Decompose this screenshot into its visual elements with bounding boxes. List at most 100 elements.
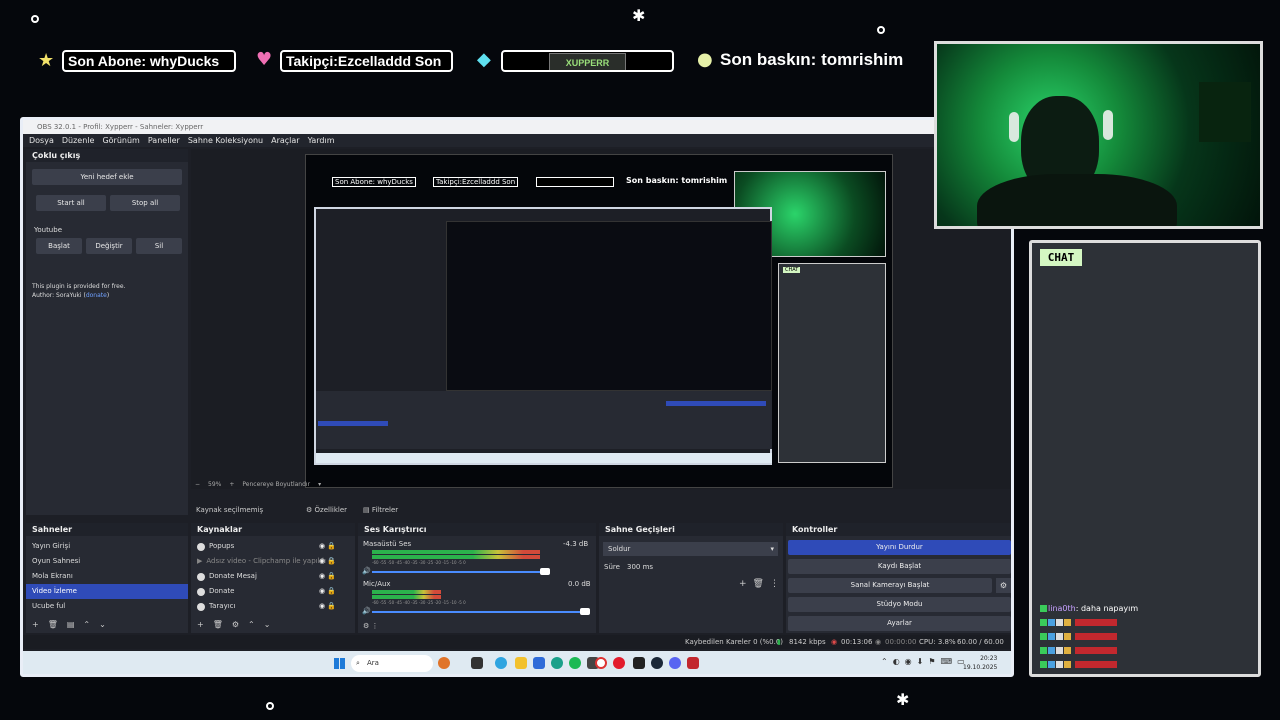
scene-filters-button[interactable]: ▤ — [67, 620, 75, 629]
fit-window-button[interactable]: Pencereye Boyutlandır — [242, 481, 310, 488]
chat-message-redacted — [1040, 618, 1117, 627]
mixer-settings-button[interactable]: ⚙ ⋮ — [363, 622, 379, 630]
dropped-frames: Kaybedilen Kareler 0 (%0.0) — [685, 638, 784, 646]
multistream-title: Çoklu çıkış — [26, 149, 188, 162]
tray-icons: ⌃◐◉⬇⚑⌨▭ — [881, 657, 970, 666]
source-settings-button[interactable]: ⚙ — [232, 620, 239, 629]
virtual-camera-button[interactable]: Sanal Kamerayı Başlat — [788, 578, 992, 593]
filters-button[interactable]: ▤ Filtreler — [363, 503, 398, 518]
steam-icon[interactable] — [651, 657, 663, 669]
mixer-ch2-slider[interactable] — [372, 611, 588, 613]
duration-input[interactable]: 300 ms — [623, 560, 773, 574]
signal-icon: ▮ — [777, 638, 781, 646]
mixer-ch1-slider[interactable] — [372, 571, 544, 573]
settings-button[interactable]: Ayarlar — [788, 616, 1011, 631]
preview-banner-raid: Son baskın: tomrishim — [626, 176, 728, 185]
scene-item[interactable]: Oyun Sahnesi — [26, 554, 188, 569]
windows-start-icon[interactable] — [334, 658, 345, 669]
scene-item[interactable]: Yayın Girişi — [26, 539, 188, 554]
move-down-button[interactable]: ⌄ — [264, 620, 271, 629]
transition-select[interactable]: Soldur ▾ — [603, 542, 778, 556]
rec-icon: ◉ — [875, 638, 882, 646]
cpu-usage: CPU: 3.8% — [919, 638, 956, 646]
start-all-button[interactable]: Start all — [36, 195, 106, 211]
menu-scene-collection[interactable]: Sahne Koleksiyonu — [188, 134, 263, 147]
add-scene-button[interactable]: + — [32, 620, 39, 629]
browser-source-icon — [197, 572, 205, 581]
opera-gx-icon[interactable] — [595, 657, 607, 669]
move-up-button[interactable]: ⌃ — [248, 620, 255, 629]
gear-icon[interactable]: ⚙ — [996, 578, 1011, 593]
yt-delete-button[interactable]: Sil — [136, 238, 182, 254]
mixer-scale: -60 -55 -50 -45 -40 -35 -30 -25 -20 -15 … — [372, 560, 466, 565]
controls-title: Kontroller — [786, 523, 1011, 536]
chat-overlay: CHAT lina0th: daha napayım — [1029, 240, 1261, 677]
volume-icon[interactable]: 🔊 — [362, 607, 371, 615]
remove-transition-button[interactable]: 🗑 — [753, 579, 764, 589]
edge-icon[interactable] — [495, 657, 507, 669]
stream-preview: Son Abone: whyDucks Takipçi:Ezcelladdd S… — [305, 154, 893, 488]
properties-button[interactable]: ⚙ Özellikler — [306, 503, 347, 518]
menu-view[interactable]: Görünüm — [102, 134, 139, 147]
preview-canvas: Son Abone: whyDucks Takipçi:Ezcelladdd S… — [191, 149, 1011, 489]
mixer-ch2-handle[interactable] — [580, 608, 590, 615]
obs-window: OBS 32.0.1 - Profil: Xypperr - Sahneler:… — [20, 117, 1014, 677]
studio-mode-button[interactable]: Stüdyo Modu — [788, 597, 1011, 612]
remove-scene-button[interactable]: 🗑 — [48, 620, 58, 629]
eye-icon[interactable]: ◉ 🔒 — [319, 554, 336, 569]
move-up-button[interactable]: ⌃ — [83, 620, 90, 629]
chevron-down-icon[interactable]: ▾ — [318, 481, 321, 488]
eye-icon[interactable]: ◉ 🔒 — [319, 599, 336, 614]
taskbar-search[interactable]: ⌕ Ara — [351, 655, 433, 672]
add-source-button[interactable]: + — [197, 620, 204, 629]
stop-all-button[interactable]: Stop all — [110, 195, 180, 211]
menu-help[interactable]: Yardım — [308, 134, 335, 147]
eye-icon[interactable]: ◉ 🔒 — [319, 584, 336, 599]
sources-title: Kaynaklar — [191, 523, 355, 536]
move-down-button[interactable]: ⌄ — [99, 620, 106, 629]
volume-icon[interactable]: 🔊 — [362, 567, 371, 575]
obs-icon[interactable] — [633, 657, 645, 669]
browser-source-icon — [197, 542, 205, 551]
clock[interactable]: 20:23 19.10.2025 — [963, 654, 997, 672]
mixer-ch1-handle[interactable] — [540, 568, 550, 575]
new-target-button[interactable]: Yeni hedef ekle — [32, 169, 182, 185]
scene-item[interactable]: Mola Ekranı — [26, 569, 188, 584]
discord-icon[interactable] — [669, 657, 681, 669]
menu-docks[interactable]: Paneller — [148, 134, 180, 147]
zoom-in-button[interactable]: + — [229, 481, 234, 488]
transitions-title: Sahne Geçişleri — [599, 523, 783, 536]
explorer-icon[interactable] — [515, 657, 527, 669]
preview-chat: CHAT — [778, 263, 886, 463]
menu-tools[interactable]: Araçlar — [271, 134, 299, 147]
chat-text: : daha napayım — [1075, 604, 1139, 613]
remove-source-button[interactable]: 🗑 — [213, 620, 223, 629]
scenes-toolbar: + 🗑 ▤ ⌃ ⌄ — [32, 620, 106, 629]
app-icon[interactable] — [687, 657, 699, 669]
store-icon[interactable] — [533, 657, 545, 669]
source-visibility-icons: ◉ 🔒 ◉ 🔒 ◉ 🔒 ◉ 🔒 ◉ 🔒 — [319, 539, 336, 614]
chat-message-redacted — [1040, 632, 1117, 641]
yt-change-button[interactable]: Değiştir — [86, 238, 132, 254]
start-record-button[interactable]: Kaydı Başlat — [788, 559, 1011, 574]
edge-alt-icon[interactable] — [551, 657, 563, 669]
donate-link[interactable]: donate — [86, 292, 107, 299]
stop-stream-button[interactable]: Yayını Durdur — [788, 540, 1011, 555]
menu-file[interactable]: Dosya — [29, 134, 54, 147]
zoom-out-button[interactable]: − — [195, 481, 200, 488]
eye-icon[interactable]: ◉ 🔒 — [319, 539, 336, 554]
taskview-icon[interactable] — [471, 657, 483, 669]
more-icon[interactable]: ⋮ — [770, 579, 779, 589]
youtube-label: Youtube — [34, 226, 62, 234]
scene-item[interactable]: Ucube ful — [26, 599, 188, 614]
yt-start-button[interactable]: Başlat — [36, 238, 82, 254]
add-transition-button[interactable]: + — [739, 579, 747, 589]
opera-icon[interactable] — [613, 657, 625, 669]
fruit-widget-icon[interactable] — [438, 657, 450, 669]
diamond-icon: ◆ — [477, 49, 491, 70]
eye-icon[interactable]: ◉ 🔒 — [319, 569, 336, 584]
menu-edit[interactable]: Düzenle — [62, 134, 95, 147]
spotify-icon[interactable] — [569, 657, 581, 669]
scene-item-selected[interactable]: Video İzleme — [26, 584, 188, 599]
transition-toolbar: + 🗑 ⋮ — [739, 579, 779, 589]
